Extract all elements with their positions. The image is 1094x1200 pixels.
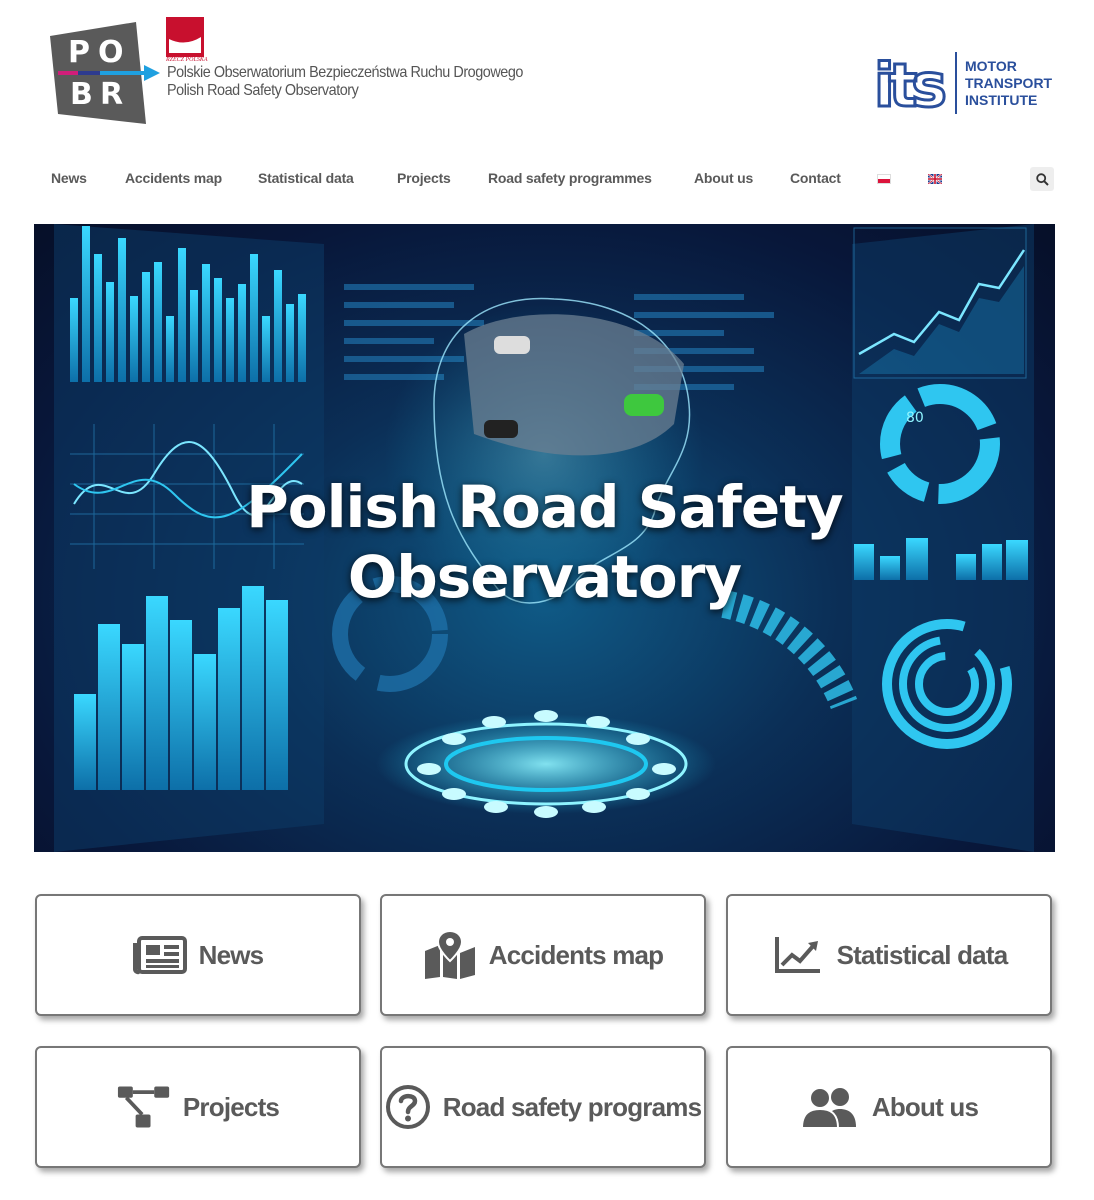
rzecz-polska-label: RZECZ POLSKA [166, 57, 208, 63]
svg-text:P: P [68, 35, 90, 70]
nav-road-safety-programmes[interactable]: Road safety programmes [488, 170, 652, 186]
tile-statistical-data[interactable]: Statistical data [726, 894, 1052, 1016]
tile-accidents-map-label: Accidents map [488, 939, 664, 970]
its-name: MOTOR TRANSPORT INSTITUTE [965, 58, 1052, 109]
pobr-logo[interactable]: P O B R [50, 22, 160, 124]
nav-news[interactable]: News [51, 170, 87, 186]
its-logo-letters: its [874, 52, 944, 112]
svg-text:B: B [70, 77, 93, 112]
hero-banner: 80 Polish Road Safety Observatory [34, 224, 1055, 852]
hero-title-line-2: Observatory [347, 543, 742, 611]
nav-accidents-map[interactable]: Accidents map [125, 170, 222, 186]
tile-projects[interactable]: Projects [35, 1046, 361, 1168]
svg-text:80: 80 [906, 410, 924, 426]
tile-statistical-data-label: Statistical data [836, 939, 1009, 970]
tile-road-safety-programs[interactable]: Road safety programs [380, 1046, 706, 1168]
tile-road-safety-programs-label: Road safety programs [442, 1091, 702, 1122]
nav-about-us[interactable]: About us [694, 170, 753, 186]
search-button[interactable] [1030, 167, 1054, 191]
users-icon [800, 1085, 860, 1129]
map-marker-icon [423, 931, 477, 979]
pl-flag-icon[interactable] [877, 174, 891, 184]
hero-title-line-1: Polish Road Safety [246, 473, 844, 541]
org-name[interactable]: Polskie Obserwatorium Bezpieczeństwa Ruc… [167, 64, 523, 100]
line-chart-icon [771, 933, 825, 977]
tile-projects-label: Projects [182, 1091, 280, 1122]
main-nav: News Accidents map Statistical data Proj… [0, 162, 1094, 196]
question-circle-icon [385, 1085, 431, 1129]
svg-text:O: O [98, 35, 124, 70]
its-line-1: MOTOR [965, 58, 1017, 74]
hero-title: Polish Road Safety Observatory [34, 472, 1055, 612]
rzecz-polska-badge [166, 17, 204, 57]
newspaper-icon [132, 933, 187, 977]
nav-projects[interactable]: Projects [397, 170, 451, 186]
tile-accidents-map[interactable]: Accidents map [380, 894, 706, 1016]
gb-flag-icon[interactable] [928, 174, 942, 184]
search-icon [1035, 172, 1049, 186]
tile-news[interactable]: News [35, 894, 361, 1016]
tile-about-us-label: About us [871, 1091, 979, 1122]
tile-news-label: News [198, 939, 265, 970]
nav-contact[interactable]: Contact [790, 170, 841, 186]
svg-text:R: R [100, 77, 123, 112]
its-line-2: TRANSPORT [965, 75, 1053, 91]
its-line-3: INSTITUTE [965, 92, 1038, 108]
org-name-en: Polish Road Safety Observatory [167, 82, 359, 99]
its-divider [955, 52, 957, 114]
site-header: P O B R RZECZ POLSKA Polskie Obserwatori… [0, 0, 1094, 140]
tile-about-us[interactable]: About us [726, 1046, 1052, 1168]
org-name-pl: Polskie Obserwatorium Bezpieczeństwa Ruc… [167, 64, 523, 81]
nav-statistical-data[interactable]: Statistical data [258, 170, 354, 186]
sitemap-icon [117, 1085, 171, 1129]
